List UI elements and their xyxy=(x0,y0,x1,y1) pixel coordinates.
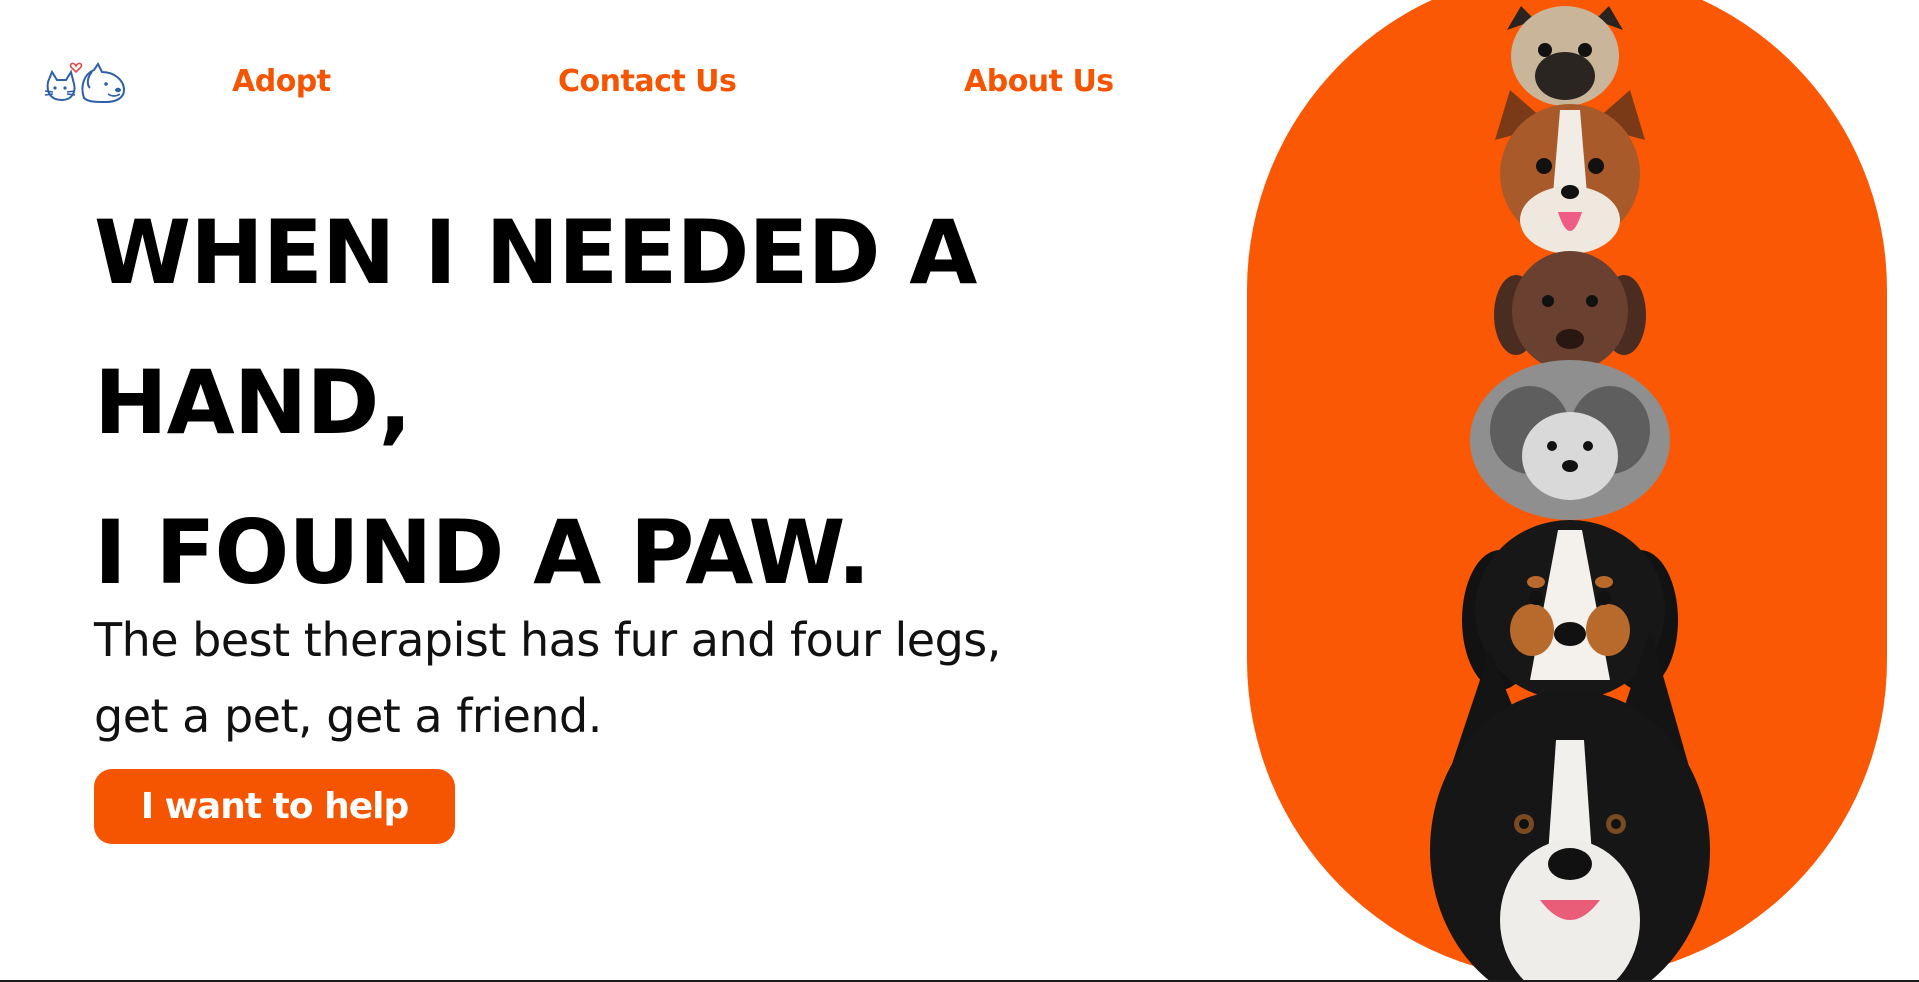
headline-line: WHEN I NEEDED A xyxy=(94,201,977,304)
headline-line: HAND, xyxy=(94,351,412,454)
hero-headline: WHEN I NEEDED A HAND, I FOUND A PAW. xyxy=(94,178,977,628)
nav-link-contact-us[interactable]: Contact Us xyxy=(558,62,737,102)
tagline-line: The best therapist has fur and four legs… xyxy=(94,613,1001,667)
i-want-to-help-button[interactable]: I want to help xyxy=(94,769,455,844)
heart-icon xyxy=(69,62,83,74)
pug-head xyxy=(1507,6,1623,106)
logo[interactable] xyxy=(44,58,128,108)
tagline-line: get a pet, get a friend. xyxy=(94,689,602,743)
nav-link-about-us[interactable]: About Us xyxy=(964,62,1114,102)
hero-tagline: The best therapist has fur and four legs… xyxy=(94,602,1001,754)
dog-stack-image xyxy=(1430,6,1710,982)
nav-link-adopt[interactable]: Adopt xyxy=(232,62,331,102)
papillon-head xyxy=(1495,90,1645,254)
labrador-head xyxy=(1494,251,1646,371)
shih-tzu-head xyxy=(1470,360,1670,520)
cat-and-dog-logo-icon xyxy=(44,62,126,104)
